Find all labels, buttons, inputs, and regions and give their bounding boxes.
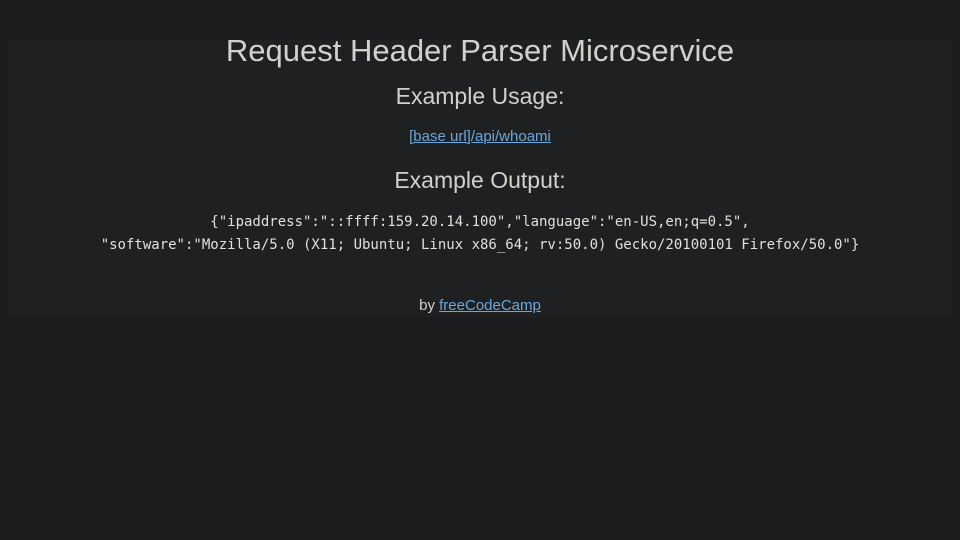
example-output-heading: Example Output: bbox=[394, 167, 566, 193]
footer: by freeCodeCamp bbox=[0, 296, 960, 316]
page-title: Request Header Parser Microservice bbox=[225, 33, 735, 68]
example-usage-row: [base url]/api/whoami bbox=[0, 127, 960, 147]
footer-prefix: by bbox=[419, 297, 435, 314]
example-usage-heading: Example Usage: bbox=[395, 83, 565, 109]
output-line-1: {"ipaddress":"::ffff:159.20.14.100","lan… bbox=[210, 214, 750, 230]
api-whoami-link[interactable]: [base url]/api/whoami bbox=[409, 128, 551, 145]
freecodecamp-link[interactable]: freeCodeCamp bbox=[439, 297, 541, 314]
example-output-code: {"ipaddress":"::ffff:159.20.14.100","lan… bbox=[0, 211, 960, 257]
output-line-2: "software":"Mozilla/5.0 (X11; Ubuntu; Li… bbox=[100, 237, 860, 253]
